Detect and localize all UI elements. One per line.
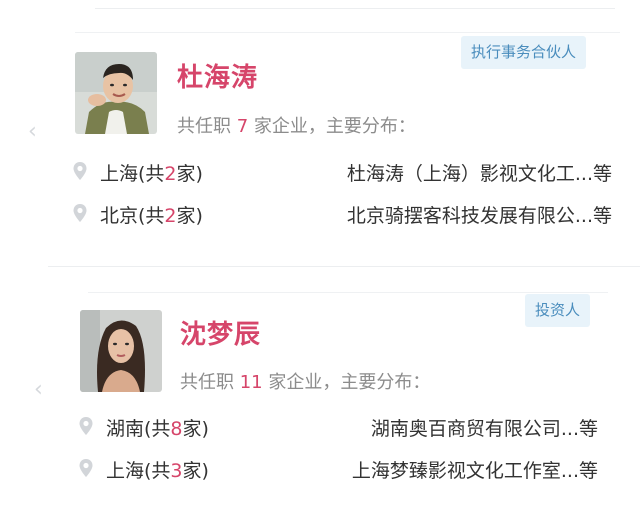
location-row[interactable]: 上海(共3家) 上海梦臻影视文化工作室...等: [78, 454, 598, 484]
company-link[interactable]: 湖南奥百商贸有限公司...等: [371, 414, 598, 441]
map-pin-icon: [79, 459, 93, 477]
location-city: 上海(共3家): [106, 456, 209, 483]
avatar[interactable]: [75, 52, 157, 134]
top-divider: [95, 8, 615, 9]
map-pin-icon: [79, 417, 93, 435]
map-pin-icon: [73, 204, 87, 222]
city-label: 湖南(共: [106, 418, 171, 440]
map-pin-icon: [73, 162, 87, 180]
city-suffix: 家): [182, 460, 209, 482]
location-city: 湖南(共8家): [106, 414, 209, 441]
location-row[interactable]: 北京(共2家) 北京骑摆客科技发展有限公...等: [72, 199, 612, 229]
role-badge: 投资人: [525, 294, 591, 327]
summary-prefix: 共任职: [177, 116, 231, 137]
city-label: 上海(共: [106, 460, 171, 482]
position-summary: 共任职 11 家企业，主要分布：: [180, 368, 430, 394]
location-row[interactable]: 湖南(共8家) 湖南奥百商贸有限公司...等: [78, 412, 598, 442]
chevron-left-icon[interactable]: ‹: [34, 379, 43, 401]
role-badge: 执行事务合伙人: [461, 36, 587, 69]
summary-suffix: 家企业，主要分布：: [268, 372, 431, 393]
summary-suffix: 家企业，主要分布：: [253, 116, 416, 137]
city-count: 2: [164, 163, 177, 185]
person-card[interactable]: ‹ 杜海涛 执行事务合伙人 共任职 7 家企业，主要分布： 上海(共2家) 杜海…: [0, 32, 640, 262]
city-count: 2: [164, 205, 177, 227]
city-suffix: 家): [176, 205, 203, 227]
person-name[interactable]: 杜海涛: [177, 57, 258, 94]
person-card[interactable]: ‹ 沈梦辰 投资人 共任职 11 家企业，主要分布： 湖南(共8家) 湖南奥百商…: [0, 292, 640, 519]
location-city: 上海(共2家): [100, 159, 203, 186]
position-count: 7: [236, 116, 249, 137]
company-link[interactable]: 上海梦臻影视文化工作室...等: [352, 456, 598, 483]
chevron-left-icon[interactable]: ‹: [28, 121, 37, 143]
position-count: 11: [239, 372, 263, 393]
position-summary: 共任职 7 家企业，主要分布：: [177, 112, 416, 138]
location-row[interactable]: 上海(共2家) 杜海涛（上海）影视文化工...等: [72, 157, 612, 187]
avatar[interactable]: [80, 310, 162, 392]
city-count: 3: [170, 460, 183, 482]
city-label: 上海(共: [100, 163, 165, 185]
summary-prefix: 共任职: [180, 372, 234, 393]
card-separator: [48, 266, 640, 267]
company-link[interactable]: 北京骑摆客科技发展有限公...等: [347, 201, 612, 228]
person-name[interactable]: 沈梦辰: [180, 314, 261, 351]
city-suffix: 家): [176, 163, 203, 185]
card-divider: [88, 292, 608, 293]
city-count: 8: [170, 418, 183, 440]
location-city: 北京(共2家): [100, 201, 203, 228]
card-divider: [75, 32, 620, 33]
city-label: 北京(共: [100, 205, 165, 227]
company-link[interactable]: 杜海涛（上海）影视文化工...等: [347, 159, 612, 186]
city-suffix: 家): [182, 418, 209, 440]
